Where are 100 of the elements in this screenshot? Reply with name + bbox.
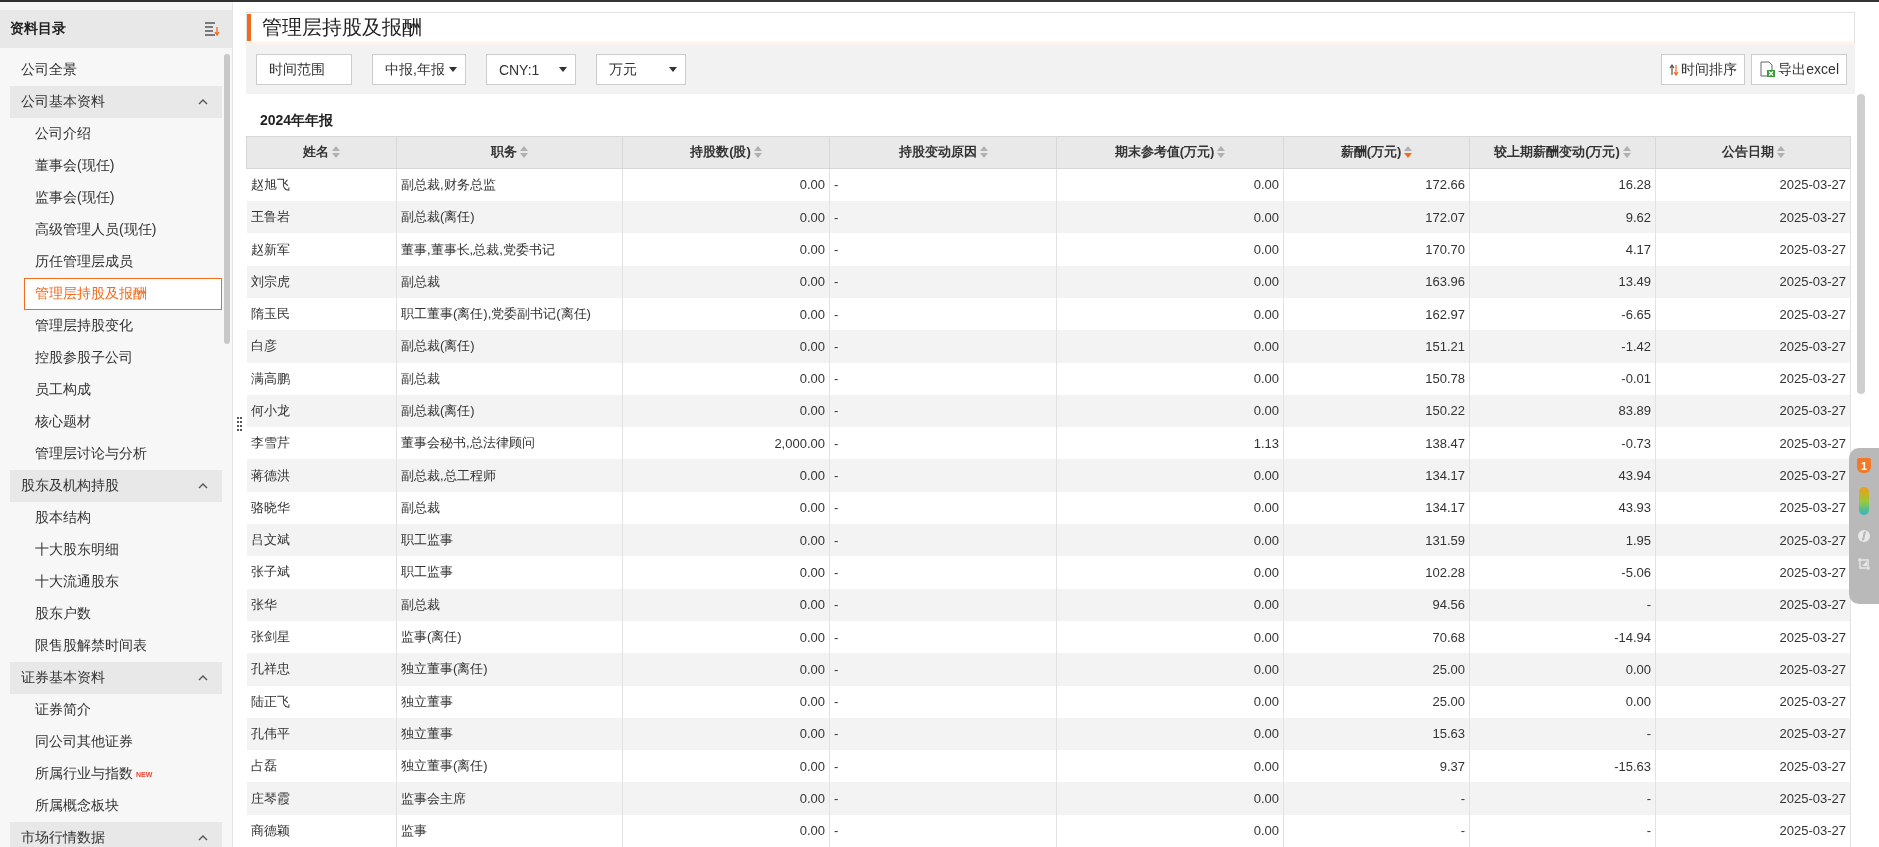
table-cell: 张子斌 (246, 556, 397, 589)
table-cell: 0.00 (1056, 330, 1284, 363)
table-cell: 0.00 (1056, 362, 1284, 395)
nav-item[interactable]: 监事会(现任) (10, 182, 222, 214)
table-cell: 0.00 (1056, 524, 1284, 557)
export-excel-button[interactable]: 导出excel (1751, 54, 1847, 86)
table-cell: - (829, 362, 1057, 395)
section-title: 2024年年报 (259, 110, 335, 130)
table-cell: 职工监事 (396, 556, 623, 589)
nav-item[interactable]: 股本结构 (10, 502, 222, 534)
table-cell: - (829, 814, 1057, 847)
nav-item[interactable]: 十大股东明细 (10, 534, 222, 566)
excel-file-icon (1759, 61, 1777, 79)
chevron-icon[interactable] (198, 675, 208, 681)
table-cell: 2025-03-27 (1655, 782, 1851, 815)
nav-item[interactable]: 历任管理层成员 (10, 246, 222, 278)
table-cell: 0.00 (622, 524, 830, 557)
nav-item[interactable]: 同公司其他证券 (10, 726, 222, 758)
table-cell: 0.00 (622, 265, 830, 298)
sort-icon[interactable] (520, 146, 528, 159)
table-cell: 商德颖 (246, 814, 397, 847)
table-cell: 150.78 (1283, 362, 1470, 395)
table-cell: 0.00 (622, 588, 830, 621)
table-cell: -0.01 (1469, 362, 1656, 395)
sort-icon[interactable] (1217, 146, 1226, 159)
sort-icon[interactable] (753, 146, 762, 159)
table-cell: - (1283, 814, 1470, 847)
column-header[interactable]: 持股变动原因 (829, 136, 1057, 169)
table-cell: 151.21 (1283, 330, 1470, 363)
table-cell: 监事会主席 (396, 782, 623, 815)
table-cell: - (1469, 717, 1656, 751)
table-cell: 2025-03-27 (1655, 362, 1851, 395)
sort-arrows-icon (1669, 63, 1680, 76)
table-cell: 刘宗虎 (246, 265, 397, 298)
sort-icon[interactable] (1622, 146, 1631, 159)
chevron-icon[interactable] (198, 835, 208, 841)
caret-icon (448, 67, 457, 73)
table-cell: 0.00 (622, 330, 830, 363)
sort-icon[interactable] (979, 146, 988, 159)
sort-icon[interactable] (1776, 146, 1785, 159)
table-cell: 0.00 (1056, 814, 1284, 847)
nav-item[interactable]: 所属概念板块 (10, 790, 222, 822)
scrollbar[interactable] (1857, 94, 1865, 394)
column-header[interactable]: 持股数(股) (622, 136, 830, 169)
gauge-icon[interactable] (1859, 487, 1869, 515)
table-cell: 0.00 (1056, 556, 1284, 589)
table-cell: 0.00 (1056, 394, 1284, 428)
table-cell: 0.00 (622, 556, 830, 589)
chevron-icon[interactable] (198, 483, 208, 489)
nav-item[interactable]: 十大流通股东 (10, 566, 222, 598)
chevron-icon[interactable] (198, 99, 208, 105)
nav-group[interactable]: 股东及机构持股 (10, 470, 222, 502)
nav-item[interactable]: 管理层讨论与分析 (10, 438, 222, 470)
resize-icon[interactable] (1857, 557, 1871, 571)
nav-item[interactable]: 高级管理人员(现任) (10, 214, 222, 246)
dropdown[interactable]: 万元 (595, 54, 686, 86)
column-header[interactable]: 职务 (396, 136, 623, 169)
table-cell: 监事 (396, 814, 623, 847)
nav-item[interactable]: 证券简介 (10, 694, 222, 726)
list-sort-icon[interactable] (204, 21, 220, 37)
table-cell: 副总裁,总工程师 (396, 459, 623, 492)
table-cell: 1.95 (1469, 524, 1656, 557)
table-cell: 满高鹏 (246, 362, 397, 395)
table-cell: 0.00 (1056, 717, 1284, 751)
column-header[interactable]: 公告日期 (1655, 136, 1851, 169)
table-cell: -1.42 (1469, 330, 1656, 363)
table-cell: 150.22 (1283, 394, 1470, 428)
time-range-button[interactable]: 时间范围 (256, 54, 352, 86)
nav-item[interactable]: 公司全景 (10, 54, 222, 86)
dropdown[interactable]: 中报,年报 (372, 54, 466, 86)
table-cell: 0.00 (1056, 653, 1284, 686)
table-cell: 副总裁(离任) (396, 201, 623, 234)
splitter-handle-icon[interactable] (237, 416, 242, 433)
nav-item[interactable]: 限售股解禁时间表 (10, 630, 222, 662)
table-cell: 副总裁 (396, 362, 623, 395)
sort-icon[interactable] (332, 146, 340, 159)
time-sort-button[interactable]: 时间排序 (1661, 54, 1746, 86)
scrollbar[interactable] (224, 54, 230, 344)
sort-icon[interactable] (1404, 146, 1413, 159)
table-cell: 0.00 (1056, 685, 1284, 718)
nav-item[interactable]: 公司介绍 (10, 118, 222, 150)
table-cell: 蒋德洪 (246, 459, 397, 492)
table-cell: - (829, 556, 1057, 589)
table-cell: 131.59 (1283, 524, 1470, 557)
nav-group[interactable]: 公司基本资料 (10, 86, 222, 118)
column-header[interactable]: 期末参考值(万元) (1056, 136, 1284, 169)
table-cell: 陆正飞 (246, 685, 397, 718)
nav-item[interactable]: 员工构成 (10, 374, 222, 406)
column-header[interactable]: 姓名 (246, 136, 397, 169)
dropdown[interactable]: CNY:1 (485, 54, 576, 86)
nav-item[interactable]: 管理层持股变化 (10, 310, 222, 342)
nav-item[interactable]: 董事会(现任) (10, 150, 222, 182)
column-header[interactable]: 薪酬(万元) (1283, 136, 1470, 169)
nav-item[interactable]: 股东户数 (10, 598, 222, 630)
nav-item[interactable]: 核心题材 (10, 406, 222, 438)
table-cell: 2025-03-27 (1655, 233, 1851, 266)
nav-item[interactable]: 控股参股子公司 (10, 342, 222, 374)
nav-group[interactable]: 市场行情数据 (10, 822, 222, 847)
nav-group[interactable]: 证券基本资料 (10, 662, 222, 694)
column-header[interactable]: 较上期薪酬变动(万元) (1469, 136, 1656, 169)
